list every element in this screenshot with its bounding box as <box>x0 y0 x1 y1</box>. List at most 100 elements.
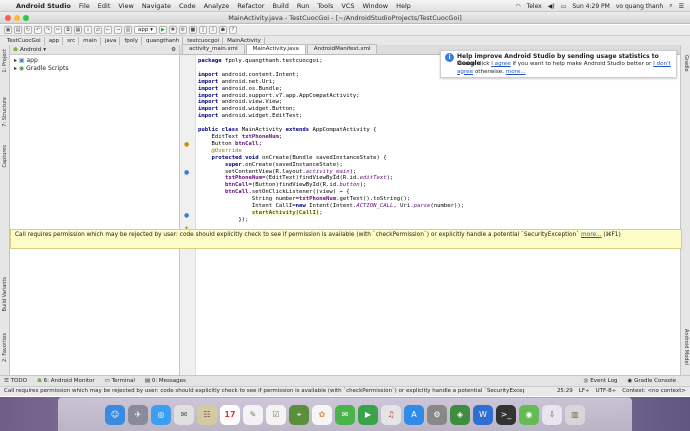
breadcrumb-java[interactable]: java <box>102 36 121 45</box>
calendar-icon[interactable]: 17 <box>220 404 240 425</box>
tool-tab-messages[interactable]: ▤ 0: Messages <box>145 378 186 384</box>
code-text[interactable]: package fpoly.quangthanh.testcuocgoi; im… <box>198 58 464 224</box>
tool-tab-structure[interactable]: 7: Structure <box>2 97 8 127</box>
panel-settings-icon[interactable]: ⚙ <box>171 47 176 53</box>
line-separator[interactable]: LF÷ <box>579 387 590 396</box>
breadcrumb-main[interactable]: main <box>80 36 101 45</box>
app-store-icon[interactable]: A <box>404 404 424 425</box>
copy-icon[interactable]: ⧉ <box>64 26 72 34</box>
volume-icon[interactable]: ◀) <box>548 3 555 10</box>
cut-icon[interactable]: ✂ <box>54 26 62 34</box>
paste-icon[interactable]: ▦ <box>74 26 82 34</box>
tree-item-gradle-scripts[interactable]: ▸ ◉ Gradle Scripts <box>14 65 175 73</box>
android-monitor-icon[interactable]: ☗ <box>218 26 227 34</box>
attach-debugger-icon[interactable]: ⚙ <box>178 26 187 34</box>
finder-icon[interactable]: ☺ <box>105 404 125 425</box>
tab-activity-main-xml[interactable]: activity_main.xml <box>182 44 245 54</box>
class-marker-icon[interactable]: ● <box>184 141 189 148</box>
redo-icon[interactable]: ↷ <box>44 26 52 34</box>
itunes-icon[interactable]: ♫ <box>381 404 401 425</box>
breadcrumb-app[interactable]: app <box>46 36 64 45</box>
tool-tab-todo[interactable]: ☰ TODO <box>4 378 27 384</box>
minimize-window-button[interactable] <box>14 15 20 21</box>
search-icon[interactable]: ⌕ <box>669 2 672 10</box>
user-name[interactable]: vo quang thanh <box>616 3 663 10</box>
mail-icon[interactable]: ✉ <box>174 404 194 425</box>
caret-position[interactable]: 25:29 <box>557 387 573 396</box>
tool-tab-android-monitor[interactable]: ☗ 6: Android Monitor <box>37 378 95 384</box>
word-icon[interactable]: W <box>473 404 493 425</box>
notification-more-link[interactable]: more... <box>506 69 526 75</box>
close-window-button[interactable] <box>5 15 11 21</box>
make-project-icon[interactable]: ▥ <box>124 26 132 34</box>
chrome-icon[interactable]: ◉ <box>519 404 539 425</box>
replace-icon[interactable]: ⇄ <box>94 26 102 34</box>
back-icon[interactable]: ← <box>104 26 112 34</box>
tool-tab-project[interactable]: 1: Project <box>2 49 8 73</box>
battery-icon[interactable]: ▭ <box>561 3 567 10</box>
stop-icon[interactable]: ■ <box>188 26 197 34</box>
debug-icon[interactable]: ✱ <box>168 26 177 34</box>
downloads-stack-icon[interactable]: ⇩ <box>542 404 562 425</box>
sdk-manager-icon[interactable]: ⇩ <box>208 26 217 34</box>
facetime-icon[interactable]: ▶ <box>358 404 378 425</box>
tree-item-app[interactable]: ▸ ▣ app <box>14 57 175 65</box>
trash-icon[interactable]: ▥ <box>565 404 585 425</box>
tool-tab-gradle[interactable]: Gradle <box>683 55 689 72</box>
menu-view[interactable]: View <box>118 2 133 10</box>
chevron-down-icon[interactable]: ▾ <box>43 47 46 53</box>
menu-window[interactable]: Window <box>362 2 388 10</box>
menu-edit[interactable]: Edit <box>98 2 111 10</box>
menu-run[interactable]: Run <box>297 2 309 10</box>
menu-analyze[interactable]: Analyze <box>204 2 230 10</box>
breadcrumb-project[interactable]: TestCuocGoi <box>4 36 45 45</box>
wifi-icon[interactable]: ◠ <box>515 3 520 10</box>
help-icon[interactable]: ? <box>228 26 237 34</box>
project-view-select[interactable]: Android <box>20 47 41 53</box>
tool-tab-favorites[interactable]: 2: Favorites <box>2 333 8 362</box>
contacts-icon[interactable]: ☷ <box>197 404 217 425</box>
menu-tools[interactable]: Tools <box>317 2 333 10</box>
breadcrumb-src[interactable]: src <box>64 36 80 45</box>
android-studio-icon[interactable]: ◈ <box>450 404 470 425</box>
undo-icon[interactable]: ↶ <box>34 26 42 34</box>
notes-icon[interactable]: ✎ <box>243 404 263 425</box>
agree-link[interactable]: I agree <box>491 61 510 67</box>
editor-gutter[interactable]: ● ● ● ✦ <box>180 55 196 375</box>
tool-tab-terminal[interactable]: ▭ Terminal <box>105 378 135 384</box>
file-encoding[interactable]: UTF-8÷ <box>596 387 617 396</box>
avd-manager-icon[interactable]: ▯ <box>198 26 207 34</box>
tool-tab-build-variants[interactable]: Build Variants <box>2 277 8 311</box>
menu-file[interactable]: File <box>79 2 90 10</box>
launchpad-icon[interactable]: ✈ <box>128 404 148 425</box>
code-editor[interactable]: activity_main.xml MainActivity.java Andr… <box>180 44 680 375</box>
override-marker-icon[interactable]: ● <box>184 212 189 219</box>
open-folder-icon[interactable]: ▣ <box>4 26 12 34</box>
photos-icon[interactable]: ✿ <box>312 404 332 425</box>
menu-vcs[interactable]: VCS <box>341 2 354 10</box>
menu-app-name[interactable]: Android Studio <box>16 2 71 10</box>
save-icon[interactable]: ▤ <box>14 26 22 34</box>
zoom-window-button[interactable] <box>23 15 29 21</box>
tool-tab-android-model[interactable]: Android Model <box>683 329 689 365</box>
breadcrumb-quangthanh[interactable]: quangthanh <box>143 36 184 45</box>
safari-icon[interactable]: ◎ <box>151 404 171 425</box>
tool-tab-event-log[interactable]: ◎ Event Log <box>584 378 618 384</box>
menu-navigate[interactable]: Navigate <box>142 2 171 10</box>
menu-code[interactable]: Code <box>179 2 196 10</box>
run-configuration-select[interactable]: app ▾ <box>134 26 157 34</box>
context-indicator[interactable]: Context: <no context> <box>622 387 686 396</box>
reminders-icon[interactable]: ☑ <box>266 404 286 425</box>
find-icon[interactable]: ⌕ <box>84 26 92 34</box>
tool-tab-captures[interactable]: Captures <box>2 145 8 168</box>
menu-build[interactable]: Build <box>273 2 289 10</box>
tooltip-more-link[interactable]: more... <box>581 232 602 238</box>
messages-app-icon[interactable]: ✉ <box>335 404 355 425</box>
tool-tab-gradle-console[interactable]: ◉ Gradle Console <box>628 378 676 384</box>
forward-icon[interactable]: → <box>114 26 122 34</box>
sync-icon[interactable]: ↻ <box>24 26 32 34</box>
run-icon[interactable]: ▶ <box>158 26 167 34</box>
clock[interactable]: Sun 4:29 PM <box>572 3 610 10</box>
tab-mainactivity-java[interactable]: MainActivity.java <box>245 44 306 54</box>
tab-android-manifest[interactable]: AndroidManifest.xml <box>306 44 378 54</box>
